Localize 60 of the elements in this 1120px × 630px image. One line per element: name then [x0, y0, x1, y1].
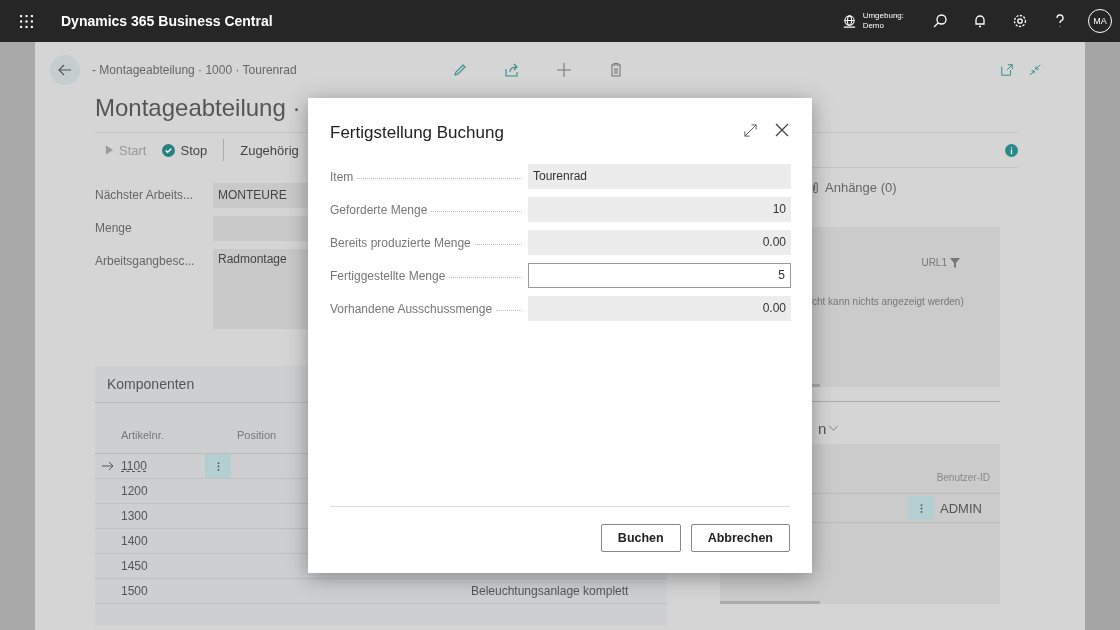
filter-label: URL1: [921, 257, 947, 268]
app-title: Dynamics 365 Business Central: [61, 13, 273, 29]
field-label: Item: [330, 164, 528, 189]
section-title[interactable]: n: [818, 419, 827, 437]
close-icon[interactable]: [774, 122, 790, 138]
settings-icon[interactable]: [1012, 13, 1028, 29]
delete-icon[interactable]: [608, 62, 624, 78]
chevron-down-icon[interactable]: [828, 424, 840, 432]
expand-icon[interactable]: [743, 122, 758, 138]
input-field[interactable]: 10: [528, 197, 791, 222]
related-menu-button[interactable]: Zugehörig: [240, 142, 299, 158]
more-icon: [919, 502, 923, 514]
edit-icon[interactable]: [452, 62, 468, 78]
environment-name: Demo: [862, 21, 885, 31]
input-field[interactable]: 0.00: [528, 230, 791, 255]
paperclip-icon: [812, 181, 819, 194]
search-icon[interactable]: [932, 13, 948, 29]
dialog-title: Fertigstellung Buchung: [330, 122, 505, 143]
table-cell: Beleuchtungsanlage komplett: [471, 584, 629, 598]
input-field[interactable]: 5: [528, 263, 791, 288]
table-cell-text: 1450: [121, 559, 149, 573]
breadcrumb: - Montageabteilung · 1000 · Tourenrad: [92, 63, 298, 77]
globe-icon: [841, 13, 857, 29]
share-icon[interactable]: [504, 62, 520, 78]
more-icon: [216, 460, 220, 472]
stop-button[interactable]: Stop: [162, 142, 208, 158]
field-label: Vorhandene Ausschussmenge: [330, 296, 528, 321]
open-new-window-icon[interactable]: [1000, 63, 1014, 77]
arrow-right-icon: [102, 461, 114, 471]
attachments-link[interactable]: Anhänge (0): [825, 180, 897, 195]
info-icon[interactable]: [1005, 143, 1018, 157]
back-arrow-icon: [57, 62, 73, 78]
table-cell-text: 1200: [121, 484, 149, 498]
field-label: Menge: [95, 220, 133, 237]
check-circle-icon: [162, 143, 176, 157]
field-label: Arbeitsgangbesc...: [95, 253, 196, 270]
collapse-icon[interactable]: [1028, 63, 1042, 77]
table-cell-text: 1300: [121, 509, 149, 523]
table-row[interactable]: 1500 Beleuchtungsanlage komplett: [95, 579, 667, 604]
dialog-button[interactable]: Buchen: [600, 524, 681, 552]
table-cell-text: ADMIN: [939, 500, 983, 516]
field-label: Bereits produzierte Menge: [330, 230, 528, 255]
field-label: Nächster Arbeits...: [95, 187, 195, 204]
input-field[interactable]: 0.00: [528, 296, 791, 321]
field-label: Geforderte Menge: [330, 197, 528, 222]
field-label: Fertiggestellte Menge: [330, 263, 528, 288]
table-cell-text: 1400: [121, 534, 149, 548]
back-button[interactable]: [50, 55, 80, 85]
table-cell-text: 1500: [121, 584, 149, 598]
environment-label: Umgebung:: [862, 11, 904, 21]
filter-icon[interactable]: [950, 257, 960, 268]
dialog-button[interactable]: Abbrechen: [690, 524, 790, 552]
page-title: Montageabteilung ·: [95, 94, 301, 122]
app-launcher-icon[interactable]: [20, 14, 33, 28]
table-cell[interactable]: 1100: [121, 459, 205, 473]
empty-message: cht kann nichts angezeigt werden): [812, 296, 965, 307]
input-field[interactable]: Tourenrad: [528, 164, 791, 189]
plus-icon[interactable]: [556, 62, 572, 78]
bell-icon[interactable]: [972, 13, 988, 29]
play-icon: [105, 145, 114, 155]
